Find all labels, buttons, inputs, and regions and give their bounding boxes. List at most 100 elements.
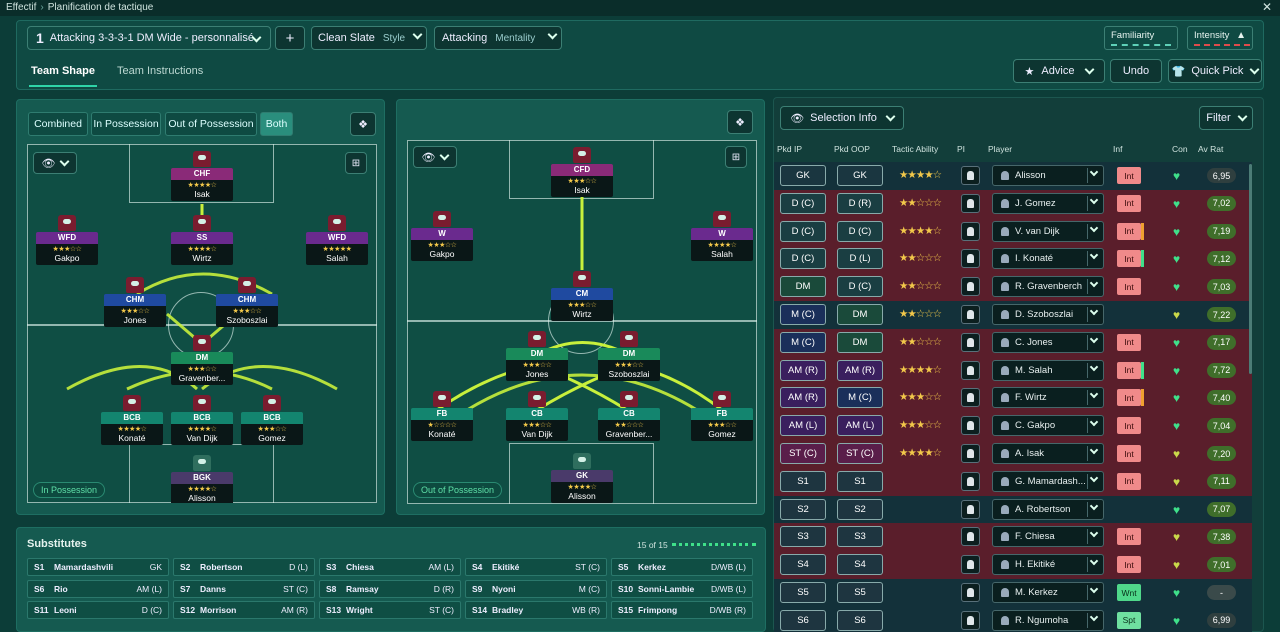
player-instructions-icon[interactable] (961, 610, 980, 630)
table-row[interactable]: D (C) D (L) ★★☆☆☆ I. Konaté Int ♥ 7,12 (774, 245, 1252, 274)
close-icon[interactable]: ✕ (1262, 0, 1272, 14)
player-card[interactable]: BGK ★★★★☆ Alisson (171, 472, 233, 503)
player-selector[interactable]: V. van Dijk (992, 220, 1104, 242)
player-selector[interactable]: F. Chiesa (992, 526, 1104, 548)
player-selector[interactable]: C. Jones (992, 331, 1104, 353)
player-card[interactable]: CB ★★★☆☆ Van Dijk (506, 408, 568, 441)
player-instructions-icon[interactable] (961, 193, 980, 213)
quick-pick-button[interactable]: 👕 Quick Pick (1168, 59, 1262, 83)
col-tactic-ability[interactable]: Tactic Ability (892, 144, 938, 154)
table-row[interactable]: GK GK ★★★★☆ Alisson Int ♥ 6,95 (774, 162, 1252, 190)
table-row[interactable]: M (C) DM ★★☆☆☆ D. Szoboszlai ♥ 7,22 (774, 301, 1252, 329)
table-row[interactable]: S2 S2 A. Robertson ♥ 7,07 (774, 495, 1252, 524)
substitute-item[interactable]: S6 Rio AM (L) (27, 579, 169, 598)
player-selector[interactable]: M. Salah (992, 359, 1104, 381)
table-row[interactable]: S1 S1 G. Mamardash... Int ♥ 7,11 (774, 467, 1252, 496)
pkd-oop-button[interactable]: S5 (837, 582, 883, 603)
pkd-oop-button[interactable]: M (C) (837, 387, 883, 409)
pkd-oop-button[interactable]: ST (C) (837, 443, 883, 464)
player-selector[interactable]: A. Robertson (992, 498, 1104, 520)
player-card[interactable]: FB ★★★☆☆ Gomez (691, 408, 753, 441)
filter-in-possession[interactable]: In Possession (91, 112, 161, 136)
pkd-ip-button[interactable]: M (C) (780, 331, 826, 353)
col-player[interactable]: Player (988, 144, 1012, 154)
pkd-oop-button[interactable]: AM (L) (837, 415, 883, 437)
player-instructions-icon[interactable] (961, 360, 980, 380)
pkd-oop-button[interactable]: DM (837, 331, 883, 353)
player-selector[interactable]: R. Gravenberch (992, 276, 1104, 298)
player-card[interactable]: W ★★★★☆ Salah (691, 228, 753, 261)
player-card[interactable]: SS ★★★★☆ Wirtz (171, 232, 233, 265)
selection-info-dropdown[interactable]: 👁 Selection Info (780, 106, 904, 130)
player-card[interactable]: WFD ★★★★★ Salah (306, 232, 368, 265)
table-row[interactable]: AM (L) AM (L) ★★★☆☆ C. Gakpo Int ♥ 7,04 (774, 412, 1252, 441)
add-tactic-button[interactable]: + (275, 26, 305, 50)
col-pkd-ip[interactable]: Pkd IP (777, 144, 802, 154)
player-card[interactable]: GK ★★★★☆ Alisson (551, 470, 613, 503)
player-instructions-icon[interactable] (961, 277, 980, 297)
pkd-oop-button[interactable]: S2 (837, 498, 883, 520)
pkd-oop-button[interactable]: D (C) (837, 276, 883, 298)
player-card[interactable]: CM ★★★☆☆ Wirtz (551, 288, 613, 321)
pkd-ip-button[interactable]: D (C) (780, 220, 826, 242)
tab-team-shape[interactable]: Team Shape (29, 63, 97, 87)
substitute-item[interactable]: S11 Leoni D (C) (27, 601, 169, 619)
pkd-ip-button[interactable]: D (C) (780, 192, 826, 214)
player-instructions-icon[interactable] (961, 166, 980, 185)
col-pkd-oop[interactable]: Pkd OOP (834, 144, 870, 154)
mentality-selector[interactable]: Attacking Mentality (434, 26, 562, 50)
substitute-item[interactable]: S14 Bradley WB (R) (465, 601, 607, 619)
player-card[interactable]: BCB ★★★★☆ Van Dijk (171, 412, 233, 445)
col-pi[interactable]: PI (957, 144, 965, 154)
substitute-item[interactable]: S10 Sonni-Lambie D/WB (L) (611, 579, 753, 598)
table-row[interactable]: S4 S4 H. Ekitiké Int ♥ 7,01 (774, 551, 1252, 580)
tab-team-instructions[interactable]: Team Instructions (115, 63, 205, 87)
player-instructions-icon[interactable] (961, 388, 980, 408)
player-card[interactable]: BCB ★★★☆☆ Gomez (241, 412, 303, 445)
player-instructions-icon[interactable] (961, 221, 980, 241)
player-selector[interactable]: H. Ekitiké (992, 554, 1104, 576)
table-row[interactable]: D (C) D (R) ★★☆☆☆ J. Gomez Int ♥ 7,02 (774, 189, 1252, 218)
substitute-item[interactable]: S12 Morrison AM (R) (173, 601, 315, 619)
player-card[interactable]: CHM ★★★☆☆ Szoboszlai (216, 294, 278, 327)
pkd-oop-button[interactable]: S1 (837, 470, 883, 492)
visibility-toggle[interactable]: 👁 (413, 146, 457, 168)
table-row[interactable]: D (C) D (C) ★★★★☆ V. van Dijk Int ♥ 7,19 (774, 217, 1252, 246)
pkd-oop-button[interactable]: GK (837, 165, 883, 186)
substitute-item[interactable]: S15 Frimpong D/WB (R) (611, 601, 753, 619)
pkd-oop-button[interactable]: AM (R) (837, 359, 883, 381)
player-card[interactable]: CB ★★☆☆☆ Gravenber... (598, 408, 660, 441)
pkd-oop-button[interactable]: S3 (837, 526, 883, 548)
col-av-rat[interactable]: Av Rat (1198, 144, 1223, 154)
table-row[interactable]: AM (R) AM (R) ★★★★☆ M. Salah Int ♥ 7,72 (774, 356, 1252, 385)
pkd-oop-button[interactable]: DM (837, 304, 883, 325)
advice-button[interactable]: ★ Advice (1013, 59, 1105, 83)
player-card[interactable]: W ★★★☆☆ Gakpo (411, 228, 473, 261)
pkd-ip-button[interactable]: AM (R) (780, 387, 826, 409)
player-selector[interactable]: I. Konaté (992, 248, 1104, 270)
col-con[interactable]: Con (1172, 144, 1188, 154)
pkd-ip-button[interactable]: S5 (780, 582, 826, 603)
player-instructions-icon[interactable] (961, 499, 980, 519)
pkd-ip-button[interactable]: S1 (780, 470, 826, 492)
player-selector[interactable]: A. Isak (992, 443, 1104, 464)
substitute-item[interactable]: S7 Danns ST (C) (173, 579, 315, 598)
player-instructions-icon[interactable] (961, 416, 980, 436)
table-row[interactable]: ST (C) ST (C) ★★★★☆ A. Isak Int ♥ 7,20 (774, 440, 1252, 468)
player-card[interactable]: DM ★★★☆☆ Gravenber... (171, 352, 233, 385)
table-scrollbar[interactable] (1249, 164, 1252, 374)
table-row[interactable]: S6 S6 R. Ngumoha Spt ♥ 6,99 (774, 606, 1252, 632)
player-selector[interactable]: F. Wirtz (992, 387, 1104, 409)
player-card[interactable]: FB ★☆☆☆☆ Konaté (411, 408, 473, 441)
breadcrumb-parent[interactable]: Effectif (6, 2, 36, 13)
grid-icon[interactable]: ⊞ (345, 152, 367, 174)
player-selector[interactable]: R. Ngumoha (992, 609, 1104, 631)
pkd-ip-button[interactable]: S4 (780, 554, 826, 576)
player-instructions-icon[interactable] (961, 471, 980, 491)
player-card[interactable]: CFD ★★★☆☆ Isak (551, 164, 613, 197)
table-row[interactable]: S3 S3 F. Chiesa Int ♥ 7,38 (774, 523, 1252, 552)
player-card[interactable]: CHM ★★★☆☆ Jones (104, 294, 166, 327)
grid-icon[interactable]: ⊞ (725, 146, 747, 168)
table-row[interactable]: M (C) DM ★★☆☆☆ C. Jones Int ♥ 7,17 (774, 328, 1252, 357)
intensity-meter[interactable]: Intensity ▲ (1187, 26, 1253, 50)
